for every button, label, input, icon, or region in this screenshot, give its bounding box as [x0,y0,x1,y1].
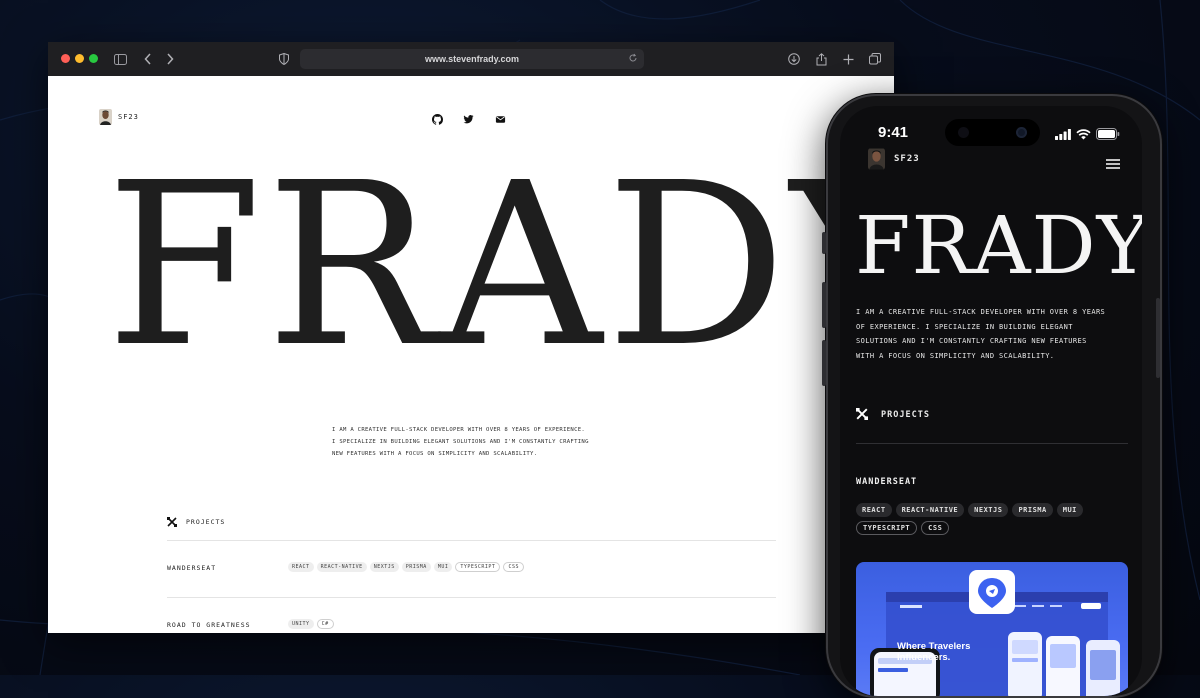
project-tags: REACT REACT-NATIVE NEXTJS PRISMA MUI TYP… [288,562,524,572]
forward-icon[interactable] [161,50,179,68]
sensor [958,127,969,138]
github-icon[interactable] [432,110,444,125]
browser-window: www.stevenfrady.com SF23 FRADY I AM A CR… [48,42,894,633]
tag: PRISMA [1012,503,1053,517]
project-preview-image[interactable]: Where Travelers Influencers. [856,562,1128,696]
dynamic-island [945,119,1040,146]
avatar[interactable] [868,148,885,170]
site-brand[interactable]: SF23 [894,154,920,164]
website-page: SF23 FRADY I AM A CREATIVE FULL-STACK DE… [48,76,894,633]
bio-text: I AM A CREATIVE FULL-STACK DEVELOPER WIT… [332,424,632,460]
bio-line: WITH A FOCUS ON SIMPLICITY AND SCALABILI… [856,351,1055,360]
front-camera [1016,127,1027,138]
tag: REACT [288,562,314,572]
preview-headline-line: Influencers. [897,652,951,663]
menu-icon[interactable] [1106,154,1120,169]
projects-header: PROJECTS [856,405,930,424]
wifi-icon [1076,125,1091,144]
project-tags: UNITY C# [288,619,334,629]
site-brand[interactable]: SF23 [118,113,139,121]
phone-action-button [822,232,826,254]
phone-screen: 9:41 SF23 FRADY I AM A CREATIVE FULL-STA… [840,106,1142,696]
download-icon[interactable] [785,50,803,68]
tag: MUI [433,562,453,572]
bio-line: I AM A CREATIVE FULL-STACK DEVELOPER WIT… [332,427,586,433]
project-name[interactable]: ROAD TO GREATNESS [167,621,251,629]
tag: TYPESCRIPT [455,562,501,572]
address-bar[interactable]: www.stevenfrady.com [300,49,644,69]
project-name[interactable]: WANDERSEAT [856,477,917,487]
browser-toolbar: www.stevenfrady.com [48,42,894,76]
reload-icon[interactable] [628,53,638,65]
hero-name: FRADY [106,135,894,397]
battery-icon [1096,125,1120,144]
tag: TYPESCRIPT [856,521,918,535]
tag: REACT-NATIVE [316,562,367,572]
tag: PRISMA [401,562,431,572]
signal-icon [1055,125,1071,144]
project-name[interactable]: WANDERSEAT [167,564,216,572]
status-time: 9:41 [878,124,909,141]
avatar[interactable] [99,109,112,125]
bio-line: I SPECIALIZE IN BUILDING ELEGANT SOLUTIO… [332,439,589,445]
twitter-icon[interactable] [463,110,474,124]
projects-header: PROJECTS [167,512,225,531]
bio-line: NEW FEATURES WITH A FOCUS ON SIMPLICITY … [332,451,538,457]
tag: REACT [856,503,892,517]
tag: NEXTJS [968,503,1009,517]
minimize-window-button[interactable] [75,54,84,63]
tag: C# [316,619,334,629]
maximize-window-button[interactable] [89,54,98,63]
privacy-shield-icon[interactable] [275,50,293,68]
tag: CSS [921,521,950,535]
volume-up-button [822,282,826,328]
divider [167,540,776,541]
tag: NEXTJS [369,562,399,572]
tools-icon [856,405,868,424]
preview-headline: Where Travelers Influencers. [897,641,970,663]
hero-name: FRADY [855,199,1142,292]
mail-icon[interactable] [495,110,506,123]
back-icon[interactable] [139,50,157,68]
divider [167,597,776,598]
bio-line: I AM A CREATIVE FULL-STACK DEVELOPER WIT… [856,308,1106,316]
status-icons [1055,125,1120,144]
bio-line: SOLUTIONS AND I'M CONSTANTLY CRAFTING NE… [856,337,1087,345]
projects-label: PROJECTS [186,517,226,526]
close-window-button[interactable] [61,54,70,63]
tab-overview-icon[interactable] [866,50,884,68]
projects-label: PROJECTS [881,409,930,420]
tag: CSS [503,562,524,572]
tag: MUI [1056,503,1083,517]
sidebar-toggle-icon[interactable] [111,50,129,68]
tools-icon [167,512,177,531]
tag: REACT-NATIVE [895,503,965,517]
power-button [1156,298,1160,378]
bio-text: I AM A CREATIVE FULL-STACK DEVELOPER WIT… [856,305,1128,363]
share-icon[interactable] [812,50,830,68]
new-tab-icon[interactable] [839,50,857,68]
bio-line: OF EXPERIENCE. I SPECIALIZE IN BUILDING … [856,322,1073,331]
tag: UNITY [288,619,314,629]
project-tags: REACT REACT-NATIVE NEXTJS PRISMA MUI TYP… [856,503,1128,535]
volume-down-button [822,340,826,386]
url-text: www.stevenfrady.com [424,54,520,64]
divider [856,443,1128,444]
preview-headline-line: Where Travelers [897,641,971,652]
